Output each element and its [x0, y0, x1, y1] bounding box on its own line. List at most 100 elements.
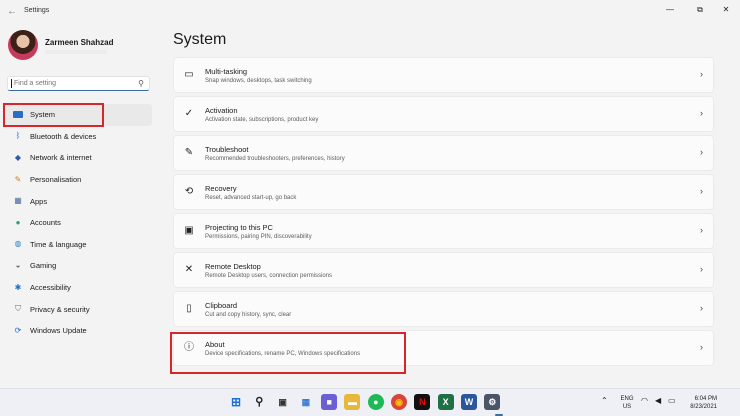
user-email-redacted — [45, 50, 107, 54]
sidebar-item-label: Network & internet — [30, 153, 92, 163]
sidebar-item-gaming[interactable]: ◒ Gaming — [4, 255, 152, 277]
sidebar-item-personalisation[interactable]: ✎ Personalisation — [4, 169, 152, 191]
teams-chat-icon[interactable]: ■ — [321, 394, 338, 410]
accessibility-icon: ✱ — [14, 282, 22, 292]
sidebar-item-label: Personalisation — [30, 175, 82, 185]
language-code: ENG — [620, 396, 634, 402]
taskbar: ⊞ ⚲ ▣ ▦ ■ ▬ ● ◉ N X W ⚙ ⌃ ENG US ◠ ◀ ▭ 6… — [0, 388, 740, 416]
highlight-box-system — [3, 103, 104, 127]
app-title: Settings — [24, 7, 50, 14]
chevron-right-icon: › — [700, 108, 703, 118]
card-title: Multi-tasking — [205, 67, 248, 76]
sidebar-item-time-language[interactable]: ◍ Time & language — [4, 234, 152, 256]
projector-icon: ▣ — [184, 225, 194, 236]
sidebar-item-label: Bluetooth & devices — [30, 131, 97, 141]
wifi-icon[interactable]: ◠ — [641, 396, 648, 416]
back-arrow-icon[interactable]: ← — [5, 5, 19, 19]
sidebar-item-accessibility[interactable]: ✱ Accessibility — [4, 277, 152, 299]
sidebar-item-label: Windows Update — [30, 326, 87, 336]
update-icon: ⟳ — [14, 325, 22, 335]
clock[interactable]: 6:04 PM 8/23/2021 — [683, 395, 717, 416]
card-troubleshoot[interactable]: ✎ Troubleshoot Recommended troubleshoote… — [173, 135, 714, 171]
sidebar-item-label: Time & language — [30, 239, 87, 249]
start-icon[interactable]: ⊞ — [228, 394, 244, 410]
card-projecting[interactable]: ▣ Projecting to this PC Permissions, pai… — [173, 213, 714, 249]
clipboard-icon: ▯ — [186, 303, 192, 314]
sidebar-item-privacy[interactable]: ⛉ Privacy & security — [4, 298, 152, 320]
clock-time: 6:04 PM — [694, 396, 717, 402]
sidebar-item-apps[interactable]: ▦ Apps — [4, 190, 152, 212]
card-remote-desktop[interactable]: ✕ Remote Desktop Remote Desktop users, c… — [173, 252, 714, 288]
shield-icon: ⛉ — [15, 304, 21, 314]
text-caret — [11, 79, 12, 88]
search-icon[interactable]: ⚲ — [251, 394, 267, 410]
volume-icon[interactable]: ◀ — [655, 396, 661, 416]
card-title: Projecting to this PC — [205, 223, 273, 232]
sidebar-item-network[interactable]: ◆ Network & internet — [4, 147, 152, 169]
card-description: Cut and copy history, sync, clear — [205, 312, 292, 318]
title-bar: ← Settings — ⧉ ✕ — [0, 0, 740, 24]
avatar — [8, 30, 38, 60]
card-description: Reset, advanced start-up, go back — [205, 195, 297, 201]
card-recovery[interactable]: ⟲ Recovery Reset, advanced start-up, go … — [173, 174, 714, 210]
page-title: System — [173, 31, 227, 48]
maximize-button[interactable]: ⧉ — [686, 2, 714, 18]
person-icon: ● — [15, 217, 21, 227]
sidebar-nav: System ᛒ Bluetooth & devices ◆ Network &… — [4, 104, 152, 342]
sidebar-item-label: Accessibility — [30, 283, 71, 293]
chrome-icon[interactable]: ◉ — [391, 394, 408, 410]
recovery-icon: ⟲ — [184, 186, 194, 197]
sidebar-item-label: Accounts — [30, 218, 61, 228]
taskbar-apps: ⊞ ⚲ ▣ ▦ ■ ▬ ● ◉ N X W ⚙ — [228, 394, 508, 410]
region-code: US — [622, 404, 632, 410]
highlight-box-about — [170, 332, 406, 374]
card-description: Snap windows, desktops, task switching — [205, 78, 312, 84]
sidebar-item-bluetooth[interactable]: ᛒ Bluetooth & devices — [4, 126, 152, 148]
search-placeholder: Find a setting — [14, 80, 57, 87]
minimize-button[interactable]: — — [656, 2, 684, 18]
sidebar-item-label: Apps — [30, 196, 48, 206]
card-description: Remote Desktop users, connection permiss… — [205, 273, 333, 279]
widgets-icon[interactable]: ▦ — [298, 394, 314, 410]
chevron-up-icon[interactable]: ⌃ — [601, 396, 608, 416]
word-icon[interactable]: W — [460, 394, 477, 410]
chevron-right-icon: › — [700, 264, 703, 274]
close-button[interactable]: ✕ — [712, 2, 740, 18]
sidebar-item-label: Privacy & security — [30, 304, 90, 314]
netflix-icon[interactable]: N — [414, 394, 431, 410]
wrench-icon: ✎ — [184, 147, 194, 158]
chevron-right-icon: › — [700, 303, 703, 313]
card-title: Remote Desktop — [205, 262, 261, 271]
chevron-right-icon: › — [700, 186, 703, 196]
file-explorer-icon[interactable]: ▬ — [344, 394, 361, 410]
card-title: Recovery — [205, 184, 237, 193]
excel-icon[interactable]: X — [437, 394, 454, 410]
globe-icon: ◍ — [14, 239, 22, 249]
card-description: Recommended troubleshooters, preferences… — [205, 156, 345, 162]
chevron-right-icon: › — [700, 147, 703, 157]
sidebar-item-accounts[interactable]: ● Accounts — [4, 212, 152, 234]
sidebar-item-label: Gaming — [30, 261, 57, 271]
search-input[interactable]: Find a setting ⚲ — [7, 76, 150, 91]
clock-date: 8/23/2021 — [690, 404, 717, 410]
card-title: Clipboard — [205, 301, 238, 310]
sidebar-item-windows-update[interactable]: ⟳ Windows Update — [4, 320, 152, 342]
language-indicator[interactable]: ENG US — [619, 395, 635, 416]
chevron-right-icon: › — [700, 342, 703, 352]
spotify-icon[interactable]: ● — [367, 394, 384, 410]
brush-icon: ✎ — [14, 174, 22, 184]
apps-icon: ▦ — [14, 196, 22, 206]
card-activation[interactable]: ✓ Activation Activation state, subscript… — [173, 96, 714, 132]
search-icon: ⚲ — [138, 79, 144, 88]
card-clipboard[interactable]: ▯ Clipboard Cut and copy history, sync, … — [173, 291, 714, 327]
gamepad-icon: ◒ — [15, 260, 21, 270]
card-multitasking[interactable]: ▭ Multi-tasking Snap windows, desktops, … — [173, 57, 714, 93]
bluetooth-icon: ᛒ — [15, 131, 21, 141]
card-title: Troubleshoot — [205, 145, 249, 154]
settings-icon[interactable]: ⚙ — [484, 394, 501, 410]
battery-icon[interactable]: ▭ — [668, 396, 676, 416]
card-description: Permissions, pairing PIN, discoverabilit… — [205, 234, 312, 240]
chevron-right-icon: › — [700, 225, 703, 235]
remote-desktop-icon: ✕ — [184, 264, 194, 275]
task-view-icon[interactable]: ▣ — [275, 394, 291, 410]
